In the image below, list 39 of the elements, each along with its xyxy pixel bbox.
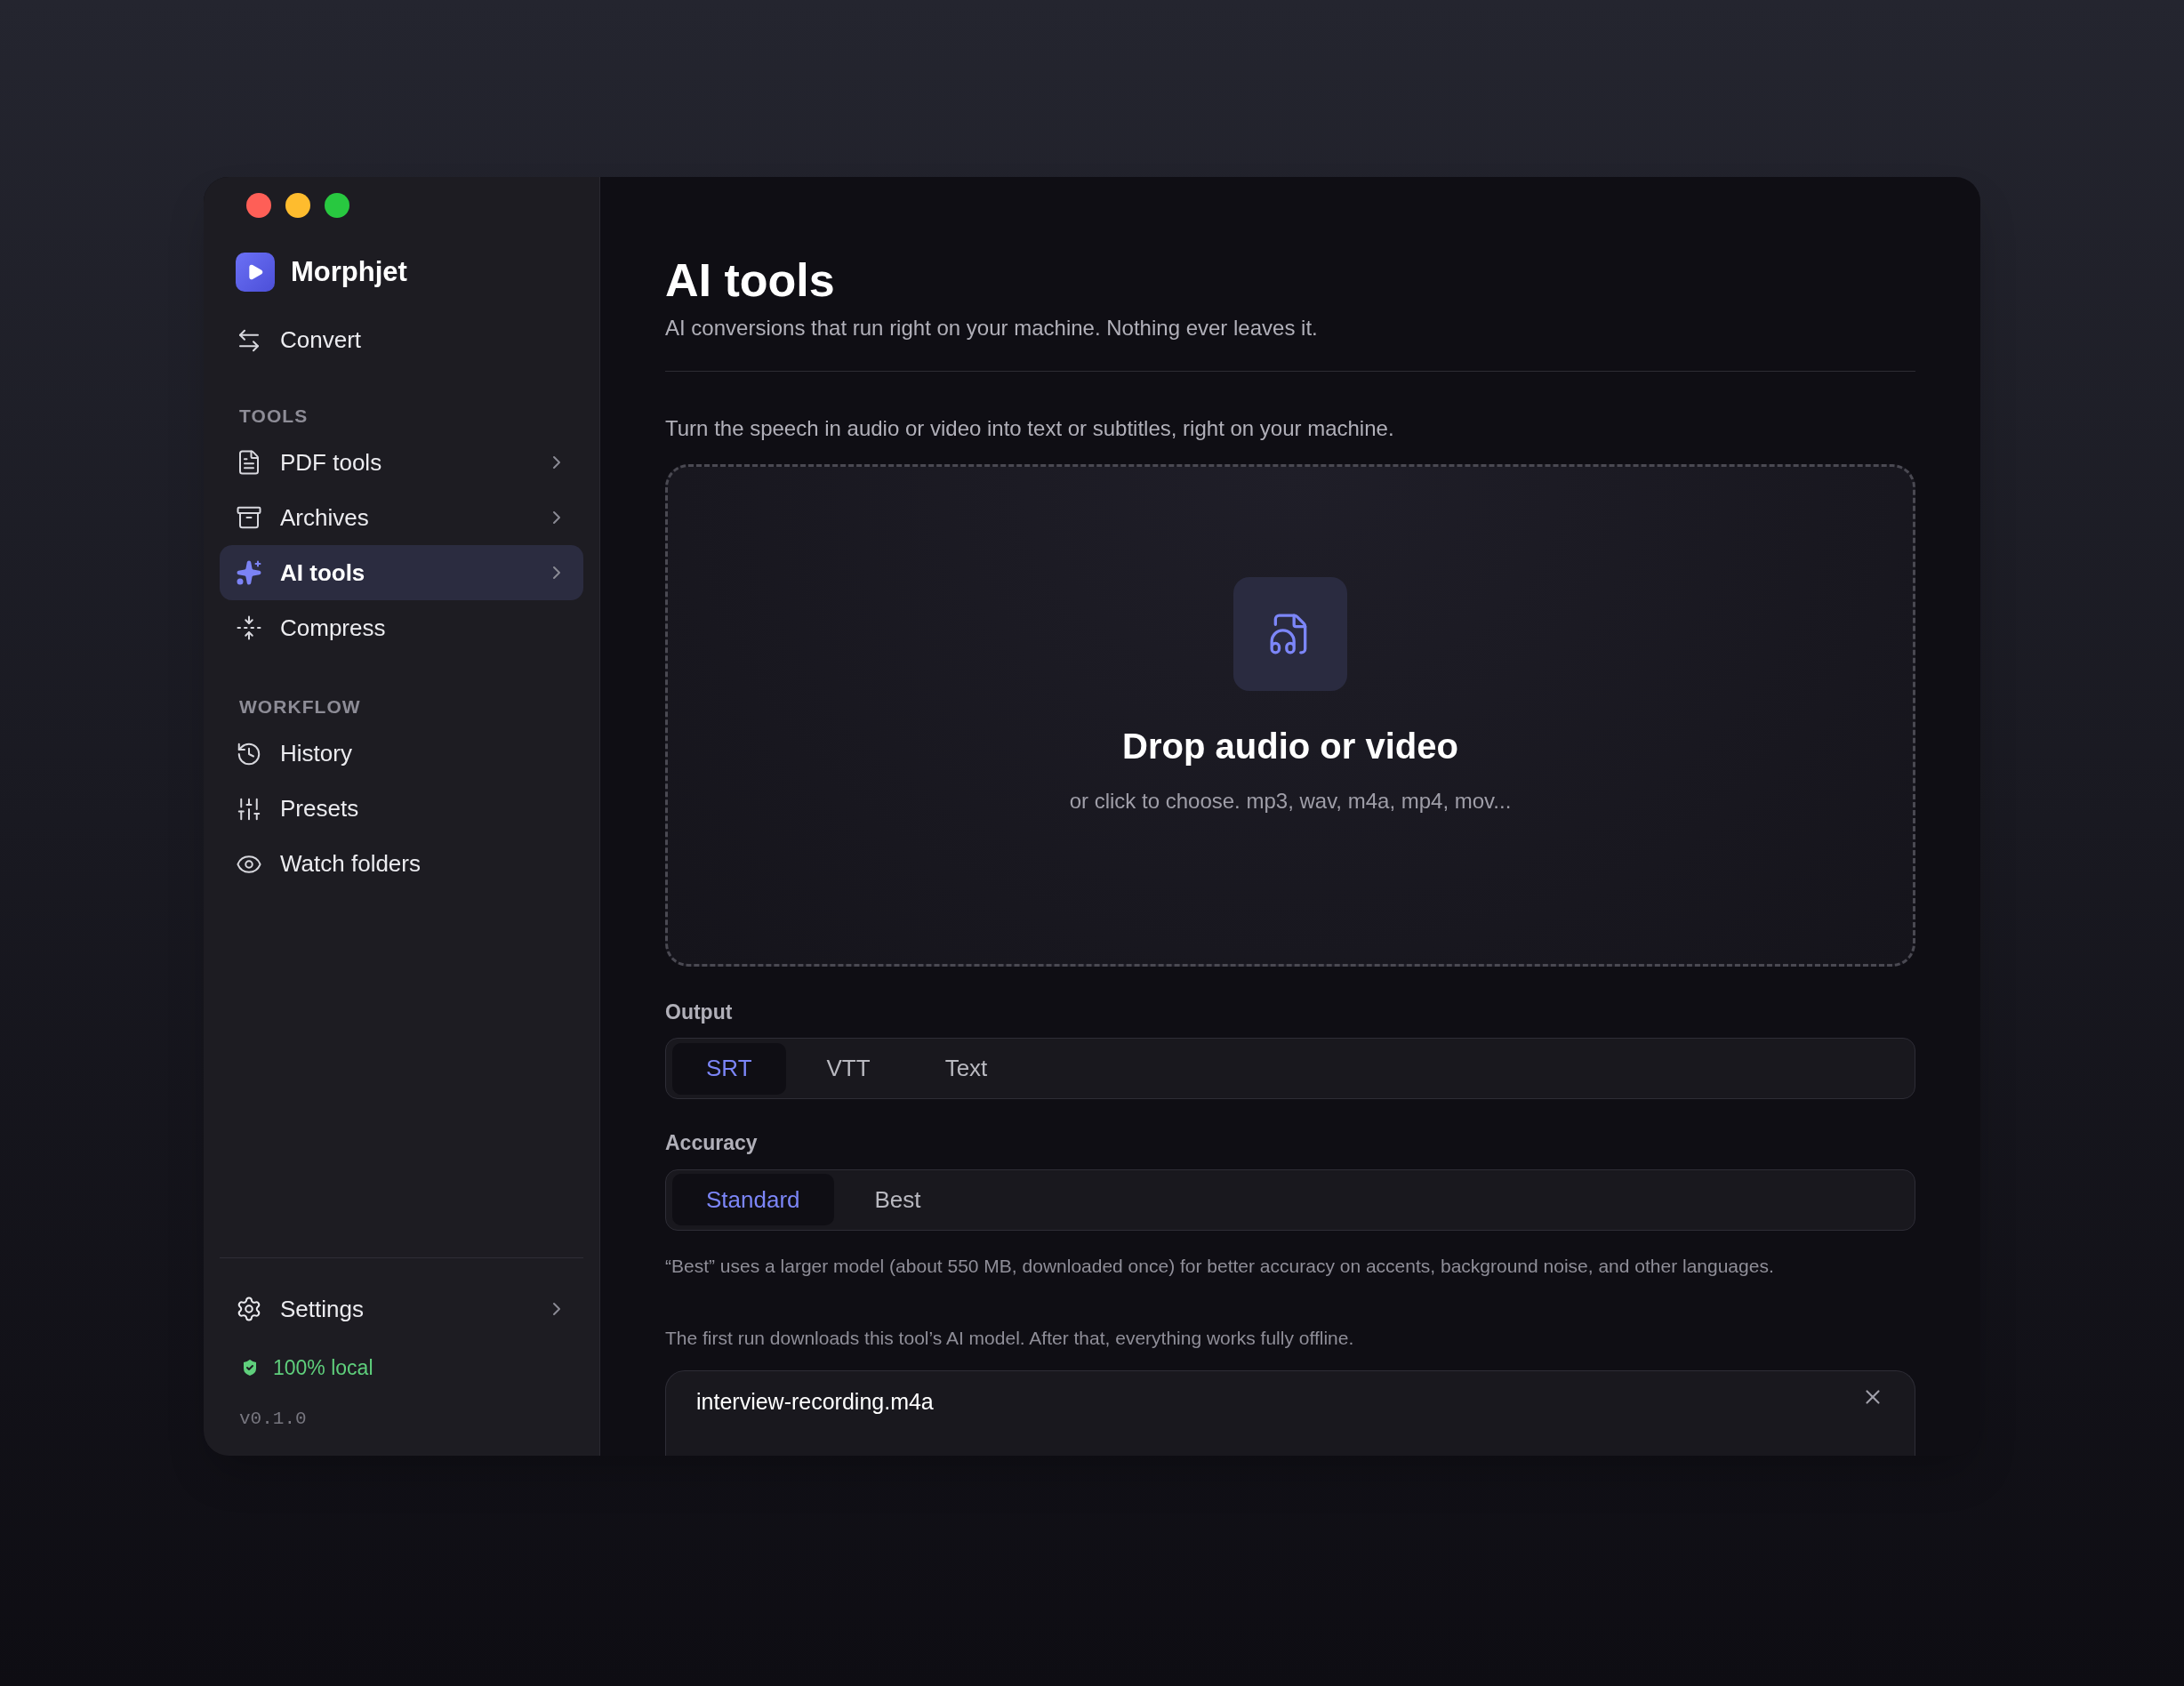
minimize-window-button[interactable] bbox=[285, 193, 310, 218]
sidebar-item[interactable]: Compress bbox=[220, 600, 583, 655]
settings-icon bbox=[236, 1296, 262, 1322]
audio-file-icon bbox=[1233, 577, 1347, 692]
close-window-button[interactable] bbox=[246, 193, 271, 218]
version-label: v0.1.0 bbox=[238, 1407, 308, 1431]
page-title: AI tools bbox=[665, 253, 836, 308]
tool-description: Turn the speech in audio or video into text or subtitles, right on your machine. bbox=[665, 414, 1395, 442]
sidebar-item[interactable]: PDF tools bbox=[220, 435, 583, 490]
sidebar-item[interactable]: Archives bbox=[220, 490, 583, 545]
settings-item[interactable]: Settings bbox=[220, 1281, 583, 1337]
sidebar-item[interactable]: AI tools bbox=[220, 545, 583, 600]
segment-tab[interactable]: SRT bbox=[672, 1042, 786, 1095]
model-note: The first run downloads this tool’s AI model. After that, everything works fully offline. bbox=[665, 1327, 1355, 1351]
archive-box-icon bbox=[236, 504, 262, 531]
sidebar-item[interactable]: Watch folders bbox=[220, 836, 583, 892]
accuracy-note: “Best” uses a larger model (about 550 MB, downloaded once) for better accuracy on accents, background noise, and other languages. bbox=[665, 1254, 1775, 1278]
local-status: 100% local bbox=[273, 1355, 373, 1381]
app-name: Morphjet bbox=[291, 255, 407, 289]
drop-zone-title: Drop audio or video bbox=[1122, 726, 1458, 768]
segment-tab[interactable]: Standard bbox=[672, 1174, 834, 1226]
field-label: Output bbox=[665, 999, 734, 1025]
section-heading: TOOLS bbox=[238, 404, 309, 428]
drop-zone[interactable]: Drop audio or video or click to choose. mp3, wav, m4a, mp4, mov... bbox=[665, 463, 1915, 967]
zoom-window-button[interactable] bbox=[325, 193, 349, 218]
compress-arrows-icon bbox=[236, 614, 262, 641]
section-heading: WORKFLOW bbox=[238, 695, 362, 719]
segment-tab[interactable]: Text bbox=[911, 1042, 1022, 1095]
sidebar-item[interactable]: Presets bbox=[220, 781, 583, 837]
sidebar-item[interactable]: Convert bbox=[220, 312, 583, 368]
sidebar-item[interactable]: History bbox=[220, 726, 583, 782]
app-logo-icon bbox=[236, 253, 275, 293]
drop-zone-hint: or click to choose. mp3, wav, m4a, mp4, mov... bbox=[1069, 788, 1512, 815]
page-subtitle: AI conversions that run right on your machine. Nothing ever leaves it. bbox=[665, 315, 1319, 341]
sparkles-icon bbox=[236, 559, 262, 586]
file-name: interview-recording.m4a bbox=[696, 1387, 935, 1416]
field-label: Accuracy bbox=[665, 1130, 759, 1157]
segment-tab[interactable]: Best bbox=[840, 1174, 955, 1226]
segment-tab[interactable]: VTT bbox=[792, 1042, 904, 1095]
